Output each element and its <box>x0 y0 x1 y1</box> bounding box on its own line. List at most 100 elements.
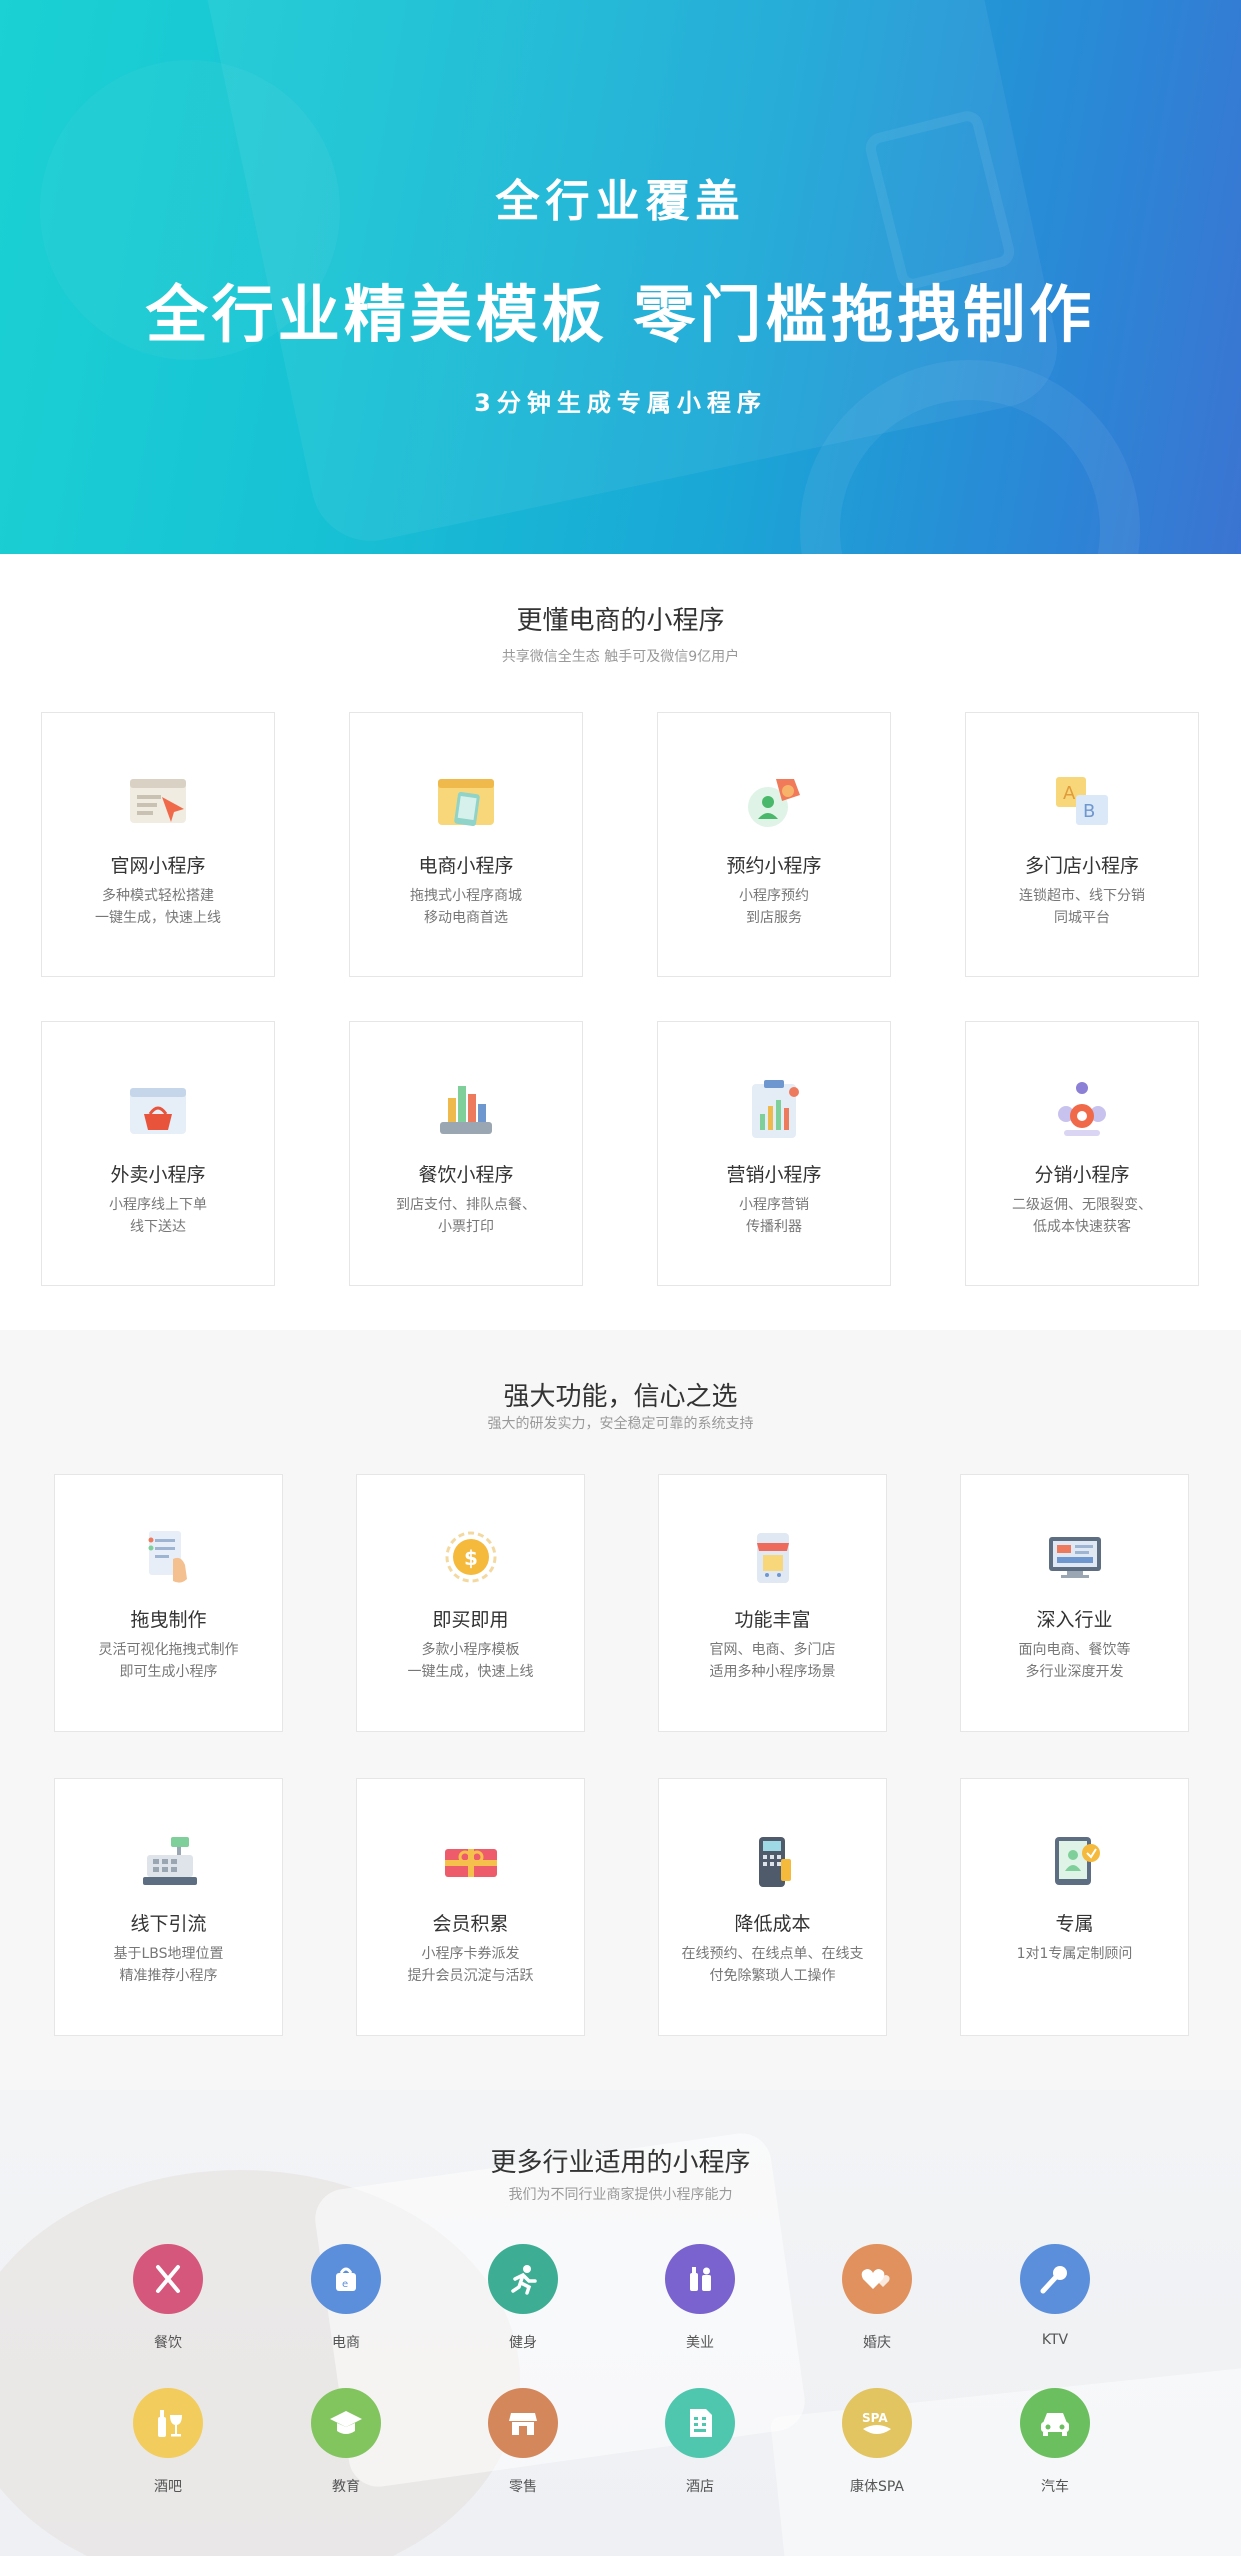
website-icon <box>130 779 186 823</box>
hero-banner: 全行业覆盖 全行业精美模板 零门槛拖拽制作 3分钟生成专属小程序 <box>0 0 1241 554</box>
card-title: 专属 <box>1055 1913 1094 1935</box>
marketing-icon <box>752 1080 799 1138</box>
running-icon <box>488 2244 558 2314</box>
industry-catering[interactable]: 餐饮 <box>108 2244 228 2352</box>
industry-label: 餐饮 <box>154 2335 182 2351</box>
card-description: 面向电商、餐饮等 多行业深度开发 <box>1018 1642 1131 1680</box>
section-title: 更多行业适用的小程序 <box>490 2148 751 2178</box>
graduation-cap-icon <box>311 2388 381 2458</box>
fork-knife-icon <box>133 2244 203 2314</box>
industry-label: 康体SPA <box>849 2479 904 2495</box>
industry-auto[interactable]: 汽车 <box>995 2388 1115 2496</box>
card-description: 小程序卡券派发 提升会员沉淀与活跃 <box>407 1946 534 1984</box>
product-card-marketing[interactable]: 营销小程序 小程序营销 传播利器 <box>657 1021 891 1286</box>
card-description: 官网、电商、多门店 适用多种小程序场景 <box>709 1642 836 1680</box>
industry-hotel[interactable]: 酒店 <box>640 2388 760 2496</box>
section-title: 更懂电商的小程序 <box>516 606 725 636</box>
industry-ecommerce[interactable]: e 电商 <box>286 2244 406 2352</box>
card-title: 预约小程序 <box>726 855 822 877</box>
industry-label: 电商 <box>332 2335 360 2351</box>
feature-card-instant-use[interactable]: $ 即买即用 多款小程序模板 一键生成，快速上线 <box>356 1474 585 1732</box>
product-card-multi-store[interactable]: A B 多门店小程序 连锁超市、线下分销 同城平台 <box>965 712 1199 977</box>
industry-label: 教育 <box>332 2479 360 2495</box>
industry-spa[interactable]: SPA 康体SPA <box>817 2388 937 2496</box>
ecommerce-icon <box>438 779 494 826</box>
card-description: 到店支付、排队点餐、 小票打印 <box>396 1197 536 1235</box>
feature-card-lower-cost[interactable]: 降低成本 在线预约、在线点单、在线支 付免除繁琐人工操作 <box>658 1778 887 2036</box>
industry-ktv[interactable]: KTV <box>995 2244 1115 2348</box>
shop-phone-icon <box>756 1533 789 1583</box>
industry-label: 零售 <box>509 2479 537 2495</box>
section-title: 强大功能，信心之选 <box>503 1382 738 1412</box>
feature-card-exclusive[interactable]: 专属 1对1专属定制顾问 <box>960 1778 1189 2036</box>
feature-card-offline-traffic[interactable]: 线下引流 基于LBS地理位置 精准推荐小程序 <box>54 1778 283 2036</box>
card-description: 灵活可视化拖拽式制作 即可生成小程序 <box>98 1642 239 1680</box>
hero-title: 全行业精美模板 零门槛拖拽制作 <box>145 278 1096 351</box>
card-title: 降低成本 <box>734 1913 811 1935</box>
product-card-catering[interactable]: 餐饮小程序 到店支付、排队点餐、 小票打印 <box>349 1021 583 1286</box>
feature-card-deep-industry[interactable]: 深入行业 面向电商、餐饮等 多行业深度开发 <box>960 1474 1189 1732</box>
industry-label: 酒吧 <box>154 2479 182 2495</box>
wine-icon <box>133 2388 203 2458</box>
card-description: 小程序营销 传播利器 <box>739 1197 809 1235</box>
store-icon <box>488 2388 558 2458</box>
gift-card-icon <box>444 1849 497 1877</box>
card-title: 官网小程序 <box>110 855 206 877</box>
product-card-distribution[interactable]: 分销小程序 二级返佣、无限裂变、 低成本快速获客 <box>965 1021 1199 1286</box>
card-description: 1对1专属定制顾问 <box>1016 1946 1133 1962</box>
industry-fitness[interactable]: 健身 <box>463 2244 583 2352</box>
hearts-icon <box>842 2244 912 2314</box>
section-subtitle: 强大的研发实力，安全稳定可靠的系统支持 <box>487 1416 754 1432</box>
svg-text:e: e <box>342 2279 348 2290</box>
feature-card-rich-features[interactable]: 功能丰富 官网、电商、多门店 适用多种小程序场景 <box>658 1474 887 1732</box>
card-title: 线下引流 <box>130 1913 207 1935</box>
shopping-bag-icon: e <box>311 2244 381 2314</box>
multi-store-icon: A B <box>1056 777 1108 825</box>
pos-terminal-icon <box>758 1837 791 1887</box>
card-title: 即买即用 <box>432 1609 509 1631</box>
section-subtitle: 共享微信全生态 触手可及微信9亿用户 <box>501 649 740 665</box>
industry-bar[interactable]: 酒吧 <box>108 2388 228 2496</box>
industry-beauty[interactable]: 美业 <box>640 2244 760 2352</box>
distribution-icon <box>1058 1082 1106 1136</box>
cosmetics-icon <box>665 2244 735 2314</box>
card-description: 二级返佣、无限裂变、 低成本快速获客 <box>1012 1197 1152 1235</box>
product-card-takeaway[interactable]: 外卖小程序 小程序线上下单 线下送达 <box>41 1021 275 1286</box>
card-description: 小程序线上下单 线下送达 <box>109 1197 207 1235</box>
takeaway-icon <box>130 1088 186 1134</box>
industry-label: 酒店 <box>686 2479 714 2495</box>
booking-icon <box>748 779 800 827</box>
feature-card-membership[interactable]: 会员积累 小程序卡券派发 提升会员沉淀与活跃 <box>356 1778 585 2036</box>
card-title: 外卖小程序 <box>110 1164 206 1186</box>
card-title: 餐饮小程序 <box>418 1164 514 1186</box>
svg-text:SPA: SPA <box>862 2411 888 2425</box>
product-card-booking[interactable]: 预约小程序 小程序预约 到店服务 <box>657 712 891 977</box>
card-description: 多款小程序模板 一键生成，快速上线 <box>407 1642 534 1680</box>
industry-label: 健身 <box>509 2335 537 2351</box>
coin-icon: $ <box>445 1531 496 1583</box>
card-description: 小程序预约 到店服务 <box>739 888 809 926</box>
card-title: 多门店小程序 <box>1024 855 1139 877</box>
catering-icon <box>440 1086 492 1134</box>
cash-register-icon <box>142 1837 197 1885</box>
card-title: 深入行业 <box>1036 1609 1113 1631</box>
industry-education[interactable]: 教育 <box>286 2388 406 2496</box>
product-card-ecommerce[interactable]: 电商小程序 拖拽式小程序商城 移动电商首选 <box>349 712 583 977</box>
drag-build-icon <box>148 1531 187 1583</box>
feature-card-drag-build[interactable]: 拖曳制作 灵活可视化拖拽式制作 即可生成小程序 <box>54 1474 283 1732</box>
card-description: 拖拽式小程序商城 移动电商首选 <box>410 888 522 926</box>
hero-subtitle-top: 全行业覆盖 <box>495 176 746 227</box>
svg-text:$: $ <box>464 1546 478 1570</box>
card-title: 功能丰富 <box>734 1609 811 1631</box>
industry-label: 美业 <box>686 2335 714 2351</box>
hero-subtitle-bottom: 3分钟生成专属小程序 <box>474 389 767 417</box>
card-description: 连锁超市、线下分销 同城平台 <box>1019 888 1145 926</box>
industry-wedding[interactable]: 婚庆 <box>817 2244 937 2352</box>
industry-retail[interactable]: 零售 <box>463 2388 583 2496</box>
consultant-icon <box>1054 1837 1100 1885</box>
card-title: 分销小程序 <box>1034 1164 1130 1186</box>
card-title: 电商小程序 <box>418 855 514 877</box>
industry-label: KTV <box>1041 2332 1069 2348</box>
card-description: 基于LBS地理位置 精准推荐小程序 <box>113 1946 224 1984</box>
product-card-website[interactable]: 官网小程序 多种模式轻松搭建 一键生成，快速上线 <box>41 712 275 977</box>
